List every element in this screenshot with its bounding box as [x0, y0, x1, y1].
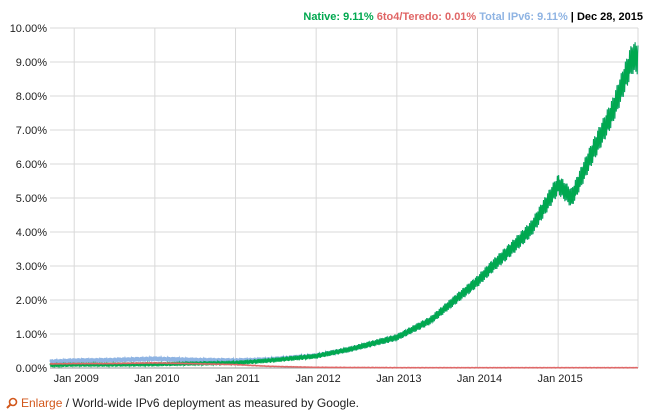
x-tick-label: Jan 2013	[376, 373, 421, 385]
y-tick-label: 5.00%	[16, 193, 47, 205]
caption-text: / World-wide IPv6 deployment as measured…	[62, 396, 359, 410]
y-tick-label: 3.00%	[16, 261, 47, 273]
x-tick-label: Jan 2011	[215, 373, 259, 385]
series-native-line	[49, 42, 639, 369]
chart-caption: Enlarge / World-wide IPv6 deployment as …	[6, 396, 359, 412]
x-axis: Jan 2009 Jan 2010 Jan 2011 Jan 2012 Jan 2013…	[54, 373, 583, 385]
y-axis: 0.00% 1.00% 2.00% 3.00% 4.00% 5.00% 6.00% 7.00%…	[10, 23, 48, 375]
magnifier-icon[interactable]	[6, 397, 18, 412]
y-tick-label: 9.00%	[16, 57, 47, 69]
y-tick-label: 8.00%	[16, 91, 47, 103]
x-tick-label: Jan 2015	[538, 373, 583, 385]
y-tick-label: 0.00%	[16, 363, 47, 375]
y-tick-label: 10.00%	[10, 23, 48, 35]
y-tick-label: 6.00%	[16, 159, 47, 171]
y-tick-label: 1.00%	[16, 329, 47, 341]
y-tick-label: 4.00%	[16, 227, 47, 239]
x-tick-label: Jan 2009	[54, 373, 99, 385]
y-tick-label: 7.00%	[16, 125, 47, 137]
x-tick-label: Jan 2012	[296, 373, 341, 385]
ipv6-adoption-chart: 0.00% 1.00% 2.00% 3.00% 4.00% 5.00% 6.00% 7.00%…	[10, 23, 639, 385]
chart-series	[49, 42, 639, 369]
y-tick-label: 2.00%	[16, 295, 47, 307]
enlarge-link[interactable]: Enlarge	[21, 396, 62, 410]
x-tick-label: Jan 2014	[457, 373, 502, 385]
x-tick-label: Jan 2010	[134, 373, 179, 385]
